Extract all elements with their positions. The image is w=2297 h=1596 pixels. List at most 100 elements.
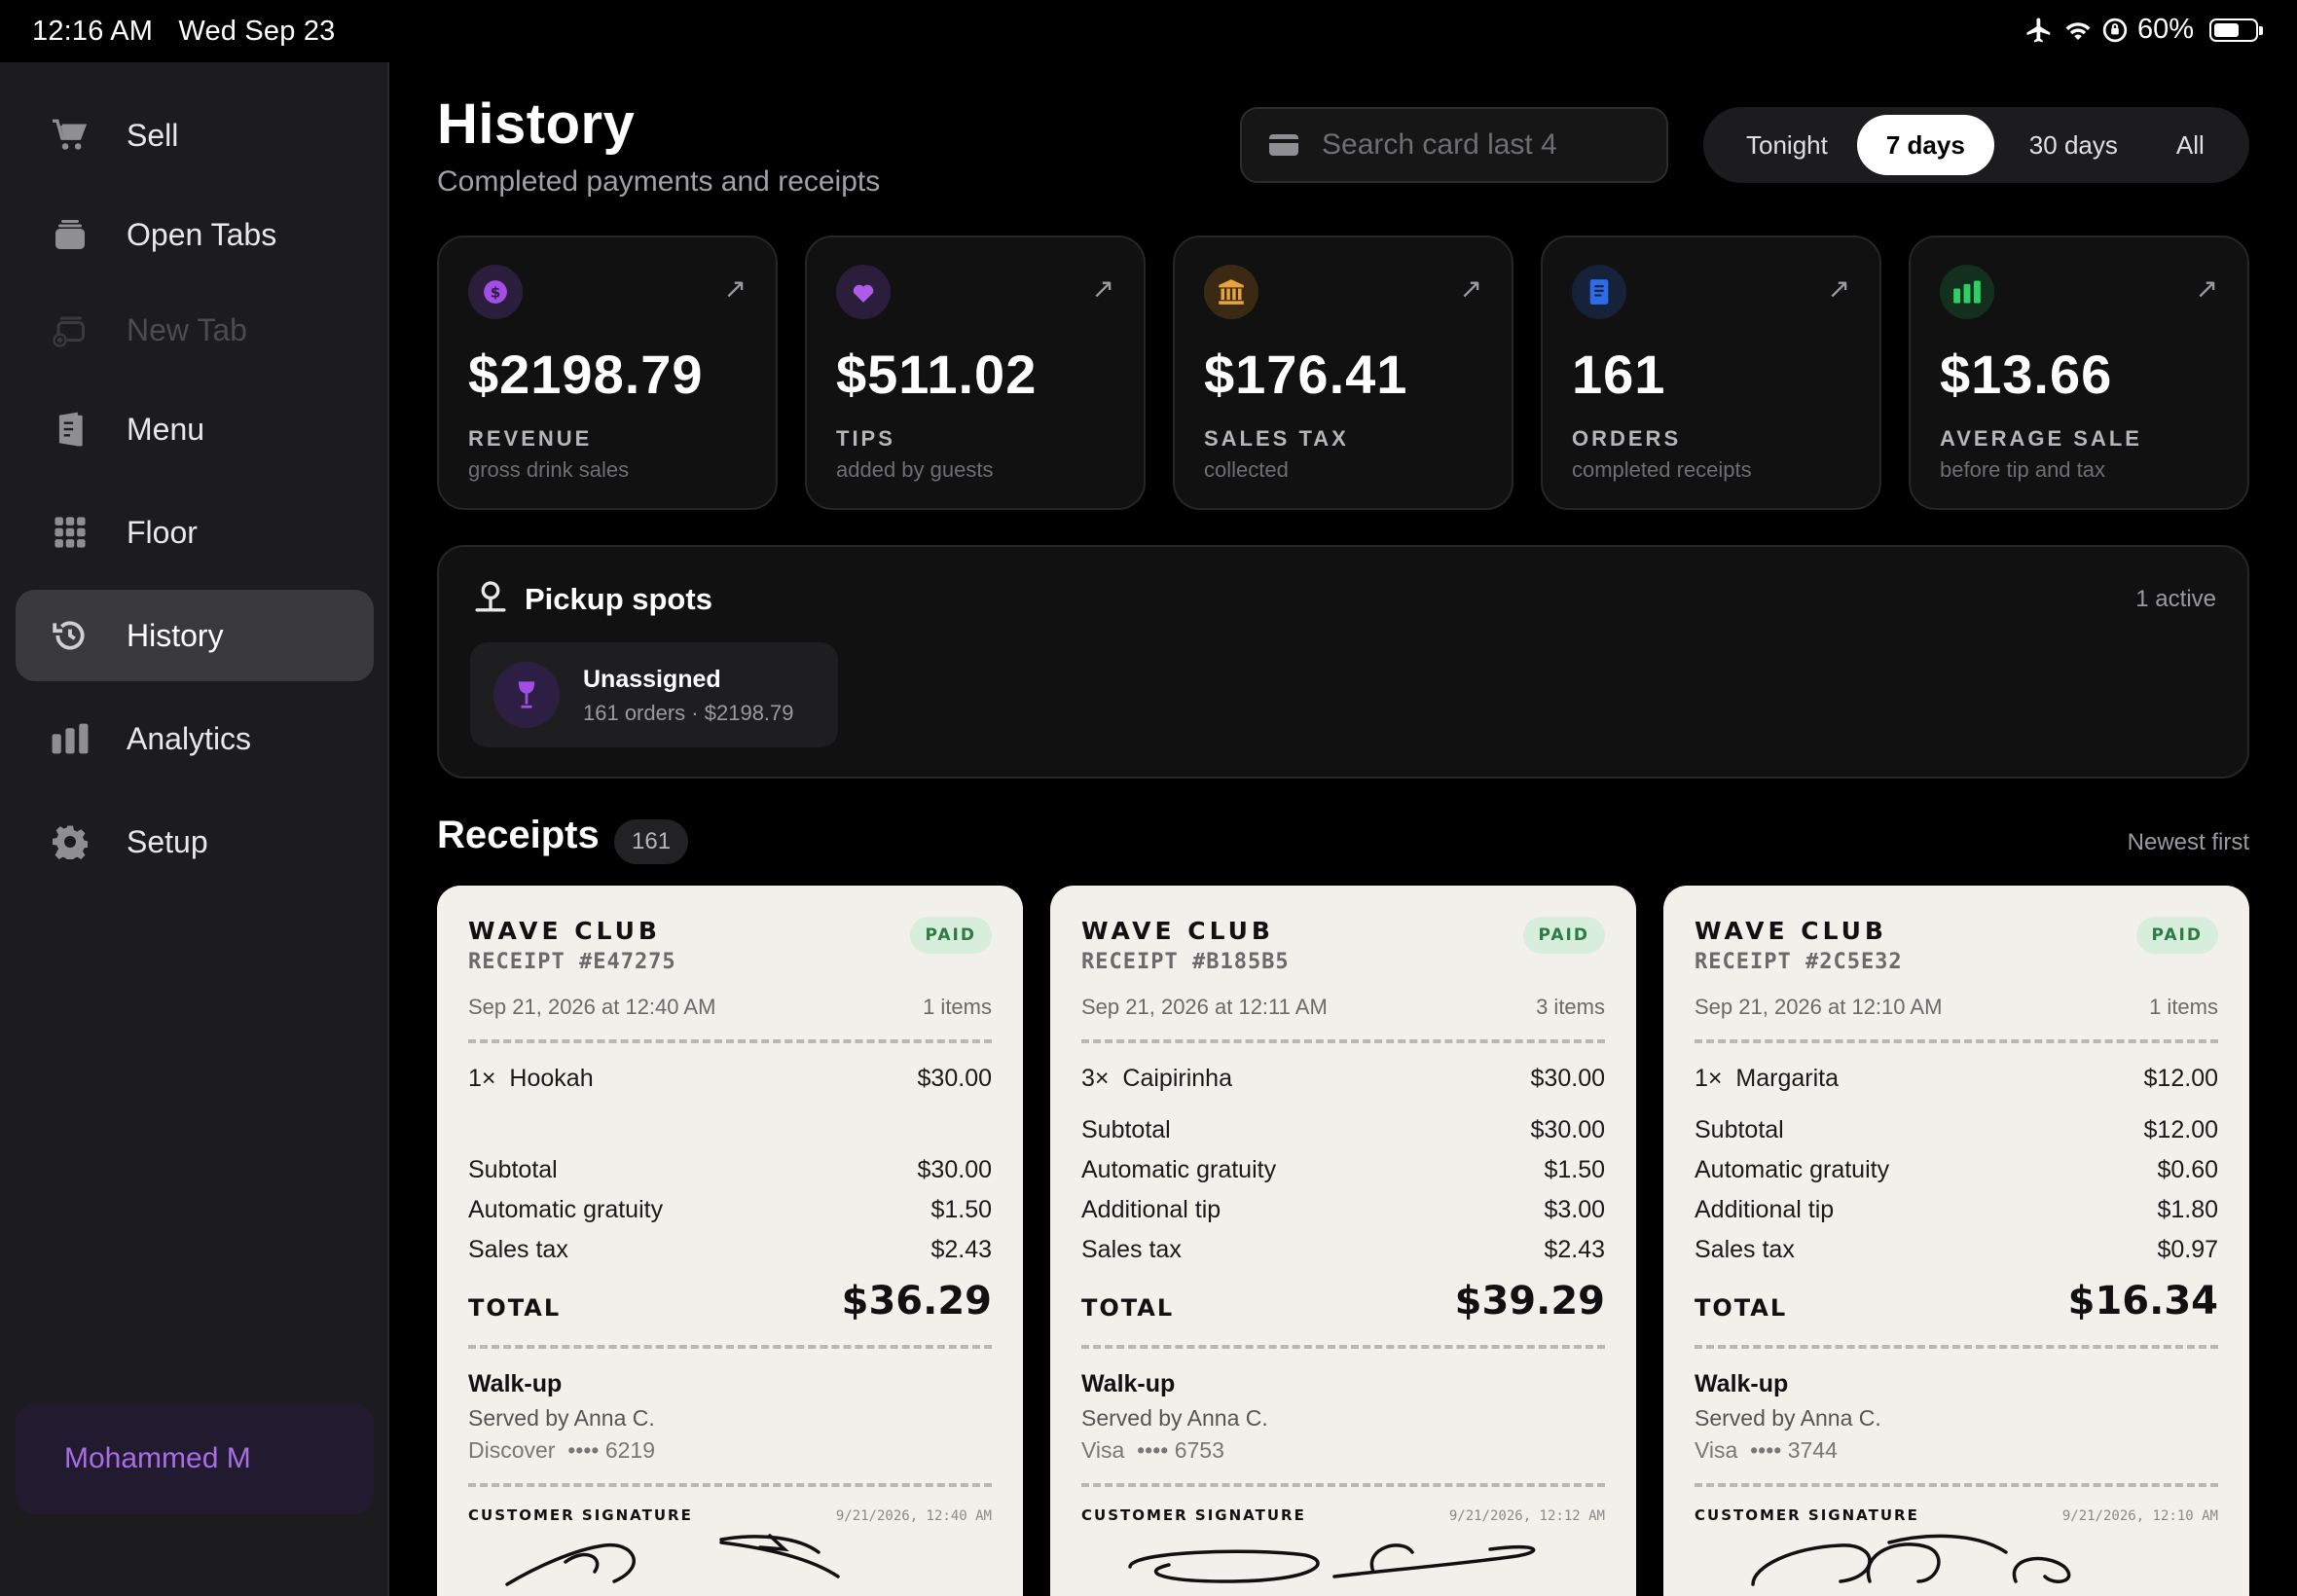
range-30-days[interactable]: 30 days — [2000, 115, 2147, 175]
pickup-spots-title: Pickup spots — [525, 582, 712, 616]
expand-arrow-icon[interactable]: ↗ — [724, 272, 747, 305]
status-time: 12:16 AM — [32, 16, 154, 47]
summary-label: Automatic gratuity — [468, 1196, 664, 1223]
line-price: $12.00 — [2143, 1065, 2218, 1092]
battery-level — [2214, 22, 2239, 37]
order-type: Walk-up — [468, 1370, 563, 1397]
expand-arrow-icon[interactable]: ↗ — [2196, 272, 2218, 305]
sidebar-item-label: Floor — [127, 514, 198, 550]
history-clock-icon — [51, 616, 90, 655]
user-name: Mohammed M — [64, 1442, 251, 1474]
receipt-id: RECEIPT #E47275 — [468, 950, 676, 974]
receipt-item-count: 1 items — [2149, 995, 2218, 1019]
receipt-icon — [1572, 265, 1626, 319]
sidebar-item-label: New Tab — [127, 311, 247, 347]
user-profile-button[interactable]: Mohammed M — [16, 1403, 374, 1514]
receipt-item-count: 1 items — [923, 995, 992, 1019]
summary-label: Sales tax — [1695, 1236, 1795, 1263]
range-all[interactable]: All — [2147, 115, 2234, 175]
sidebar-item-floor[interactable]: Floor — [16, 487, 374, 578]
line-qty: 1× — [468, 1065, 496, 1092]
sidebar: Sell Open Tabs New Tab Menu Floor Histor… — [0, 62, 389, 1596]
orientation-lock-icon — [2102, 18, 2128, 42]
receipt-id: RECEIPT #B185B5 — [1081, 950, 1290, 974]
served-by: Served by Anna C. — [1081, 1405, 1268, 1431]
divider — [468, 1483, 992, 1487]
receipt-item-count: 3 items — [1536, 995, 1605, 1019]
sort-order-button[interactable]: Newest first — [2128, 829, 2249, 856]
sidebar-item-setup[interactable]: Setup — [16, 796, 374, 888]
order-type: Walk-up — [1695, 1370, 1789, 1397]
receipts-title: Receipts — [437, 814, 600, 856]
search-card-field[interactable] — [1240, 107, 1668, 183]
stat-sublabel: before tip and tax — [1940, 457, 2106, 482]
divider — [468, 1345, 992, 1349]
card-brand: Visa — [1081, 1437, 1125, 1463]
pickup-spot-orders: 161 orders — [583, 701, 686, 725]
line-price: $30.00 — [1530, 1065, 1605, 1092]
receipt-card[interactable]: WAVE CLUB RECEIPT #E47275 PAID Sep 21, 2… — [437, 886, 1023, 1596]
stat-label: ORDERS — [1572, 426, 1682, 451]
divider — [1081, 1039, 1605, 1043]
summary-label: Subtotal — [1081, 1116, 1171, 1143]
divider — [1695, 1345, 2218, 1349]
expand-arrow-icon[interactable]: ↗ — [1828, 272, 1850, 305]
summary-value: $1.50 — [1544, 1156, 1605, 1183]
bank-icon — [1204, 265, 1258, 319]
airplane-icon — [2026, 18, 2051, 42]
stat-card-sales-tax[interactable]: ↗ $176.41 SALES TAX collected — [1173, 236, 1513, 510]
summary-row: Subtotal $30.00 — [1081, 1116, 1605, 1144]
menu-book-icon — [51, 410, 90, 449]
expand-arrow-icon[interactable]: ↗ — [1092, 272, 1114, 305]
divider — [468, 1039, 992, 1043]
divider — [1695, 1039, 2218, 1043]
sidebar-item-new-tab[interactable]: New Tab — [16, 284, 374, 376]
receipt-id: RECEIPT #2C5E32 — [1695, 950, 1903, 974]
receipt-brand: WAVE CLUB — [1081, 917, 1274, 945]
total-label: TOTAL — [1695, 1294, 1788, 1322]
sidebar-item-open-tabs[interactable]: Open Tabs — [16, 189, 374, 280]
paid-badge: PAID — [2135, 917, 2218, 954]
summary-label: Sales tax — [1081, 1236, 1182, 1263]
total-label: TOTAL — [468, 1294, 562, 1322]
card-last4: •••• 3744 — [1750, 1437, 1838, 1463]
sidebar-item-menu[interactable]: Menu — [16, 383, 374, 475]
stat-sublabel: collected — [1204, 457, 1289, 482]
battery-percent: 60% — [2136, 14, 2194, 45]
divider — [1081, 1345, 1605, 1349]
stat-card-tips[interactable]: ↗ $511.02 TIPS added by guests — [805, 236, 1146, 510]
gear-icon — [51, 822, 90, 861]
summary-value: $1.50 — [930, 1196, 992, 1223]
summary-value: $12.00 — [2143, 1116, 2218, 1143]
card-brand: Visa — [1695, 1437, 1738, 1463]
range-tonight[interactable]: Tonight — [1717, 115, 1857, 175]
stat-value: $511.02 — [836, 344, 1038, 405]
card-last4: •••• 6219 — [567, 1437, 656, 1463]
pickup-spots-panel: Pickup spots 1 active Unassigned 161 ord… — [437, 545, 2249, 779]
summary-value: $2.43 — [1544, 1236, 1605, 1263]
grid-icon — [51, 513, 90, 552]
paid-badge: PAID — [1522, 917, 1605, 954]
status-date: Wed Sep 23 — [178, 16, 336, 47]
receipt-date: Sep 21, 2026 at 12:10 AM — [1695, 995, 1943, 1019]
sidebar-item-sell[interactable]: Sell — [16, 90, 374, 181]
credit-card-icon — [1269, 134, 1298, 156]
sidebar-item-label: Analytics — [127, 720, 252, 756]
stat-value: $176.41 — [1204, 344, 1408, 405]
stat-sublabel: gross drink sales — [468, 457, 630, 482]
stat-card-average-sale[interactable]: ↗ $13.66 AVERAGE SALE before tip and tax — [1909, 236, 2249, 510]
stat-card-revenue[interactable]: $ ↗ $2198.79 REVENUE gross drink sales — [437, 236, 778, 510]
receipt-card[interactable]: WAVE CLUB RECEIPT #B185B5 PAID Sep 21, 2… — [1050, 886, 1636, 1596]
expand-arrow-icon[interactable]: ↗ — [1460, 272, 1482, 305]
search-input[interactable] — [1322, 128, 1653, 162]
date-range-segmented-control: Tonight 7 days 30 days All — [1703, 107, 2249, 183]
card-info: Discover •••• 6219 — [468, 1437, 655, 1464]
sidebar-item-analytics[interactable]: Analytics — [16, 693, 374, 784]
sidebar-item-history[interactable]: History — [16, 590, 374, 681]
summary-label: Automatic gratuity — [1695, 1156, 1890, 1183]
range-7-days[interactable]: 7 days — [1856, 115, 1994, 175]
receipt-card[interactable]: WAVE CLUB RECEIPT #2C5E32 PAID Sep 21, 2… — [1663, 886, 2249, 1596]
stat-label: REVENUE — [468, 426, 593, 451]
pickup-spot-unassigned[interactable]: Unassigned 161 orders · $2198.79 — [470, 642, 838, 747]
stat-card-orders[interactable]: ↗ 161 ORDERS completed receipts — [1541, 236, 1881, 510]
